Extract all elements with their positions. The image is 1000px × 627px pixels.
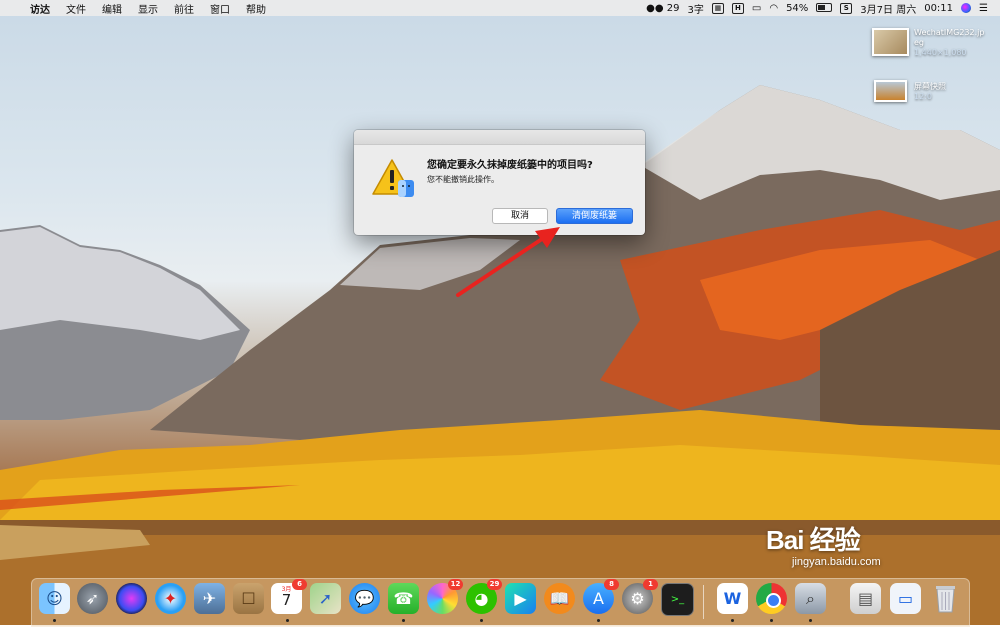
preferences-badge: 1 bbox=[643, 579, 658, 590]
running-indicator bbox=[597, 619, 600, 622]
wechat-icon[interactable]: ◕ 29 bbox=[466, 579, 502, 614]
image-thumbnail bbox=[872, 28, 909, 56]
video-player-icon[interactable]: ▶ bbox=[505, 583, 536, 614]
launchpad-icon[interactable]: ➶ bbox=[77, 583, 108, 614]
wps-document-stack-icon[interactable]: ▭ bbox=[890, 583, 921, 614]
calendar-day: 7 bbox=[281, 591, 292, 609]
app-store-icon[interactable]: A 8 bbox=[583, 579, 619, 614]
maps-icon[interactable]: ➚ bbox=[310, 583, 341, 614]
cancel-button[interactable]: 取消 bbox=[492, 208, 548, 224]
wechat-badge: 29 bbox=[487, 579, 502, 590]
menu-finder[interactable]: 访达 bbox=[22, 1, 58, 16]
battery-percent[interactable]: 54% bbox=[782, 3, 812, 14]
menu-edit[interactable]: 编辑 bbox=[94, 1, 130, 16]
file-name-line1: WechatIMG232.jp bbox=[914, 28, 985, 37]
desktop-file-wechat-image[interactable]: WechatIMG232.jp eg 1,440×1,080 bbox=[872, 28, 992, 60]
menu-help[interactable]: 帮助 bbox=[238, 1, 274, 16]
running-indicator bbox=[731, 619, 734, 622]
books-icon[interactable]: 📖 bbox=[544, 583, 575, 614]
watermark-logo-text: Bai 经验 bbox=[766, 525, 861, 555]
chrome-icon[interactable] bbox=[756, 583, 787, 614]
s-icon[interactable]: S bbox=[836, 2, 856, 14]
watermark-url: jingyan.baidu.com bbox=[792, 556, 881, 568]
running-indicator bbox=[809, 619, 812, 622]
photos-badge: 12 bbox=[448, 579, 463, 590]
messages-icon[interactable]: 💬 bbox=[349, 583, 380, 614]
file-time: 12:0 bbox=[914, 92, 932, 101]
facetime-icon[interactable]: ☎ bbox=[388, 583, 419, 614]
wps-icon[interactable]: W bbox=[717, 583, 748, 614]
menu-file[interactable]: 文件 bbox=[58, 1, 94, 16]
menu-go[interactable]: 前往 bbox=[166, 1, 202, 16]
calendar-badge: 6 bbox=[292, 579, 307, 590]
dialog-message: 您不能撤销此操作。 bbox=[427, 175, 499, 184]
empty-trash-button[interactable]: 清倒废纸篓 bbox=[556, 208, 633, 224]
preview-icon[interactable]: ✈ bbox=[194, 583, 225, 614]
dialog-title-strip bbox=[354, 130, 645, 145]
finder-icon[interactable]: ☺ bbox=[39, 583, 70, 614]
input-method-icon[interactable]: 3字 bbox=[684, 1, 708, 16]
wechat-status-icon[interactable]: ●● 29 bbox=[642, 3, 683, 14]
running-indicator bbox=[480, 619, 483, 622]
file-name-line2: eg bbox=[914, 38, 924, 47]
battery-icon[interactable] bbox=[812, 3, 836, 14]
trash-icon[interactable] bbox=[930, 583, 961, 614]
contacts-icon[interactable]: ☐ bbox=[233, 583, 264, 614]
running-indicator bbox=[286, 619, 289, 622]
screenshot-thumbnail bbox=[874, 80, 907, 102]
desktop-file-screenshot[interactable]: 屏幕快照 12:0 bbox=[874, 80, 984, 106]
system-preferences-icon[interactable]: ⚙ 1 bbox=[622, 579, 658, 614]
terminal-icon[interactable]: >_ bbox=[661, 583, 694, 616]
calendar-icon[interactable]: 3月 7 6 bbox=[271, 579, 307, 614]
menu-window[interactable]: 窗口 bbox=[202, 1, 238, 16]
menu-bar: 访达 文件 编辑 显示 前往 窗口 帮助 ●● 29 3字 ▦ H ▭ ◠ 54… bbox=[0, 0, 1000, 16]
empty-trash-dialog: 您确定要永久抹掉废纸篓中的项目吗? 您不能撤销此操作。 取消 清倒废纸篓 bbox=[354, 130, 645, 235]
downloads-stack-icon[interactable]: ▤ bbox=[850, 583, 881, 614]
time-label[interactable]: 00:11 bbox=[920, 3, 957, 14]
h-icon[interactable]: H bbox=[728, 2, 748, 14]
safari-icon[interactable]: ✦ bbox=[155, 583, 186, 614]
menu-view[interactable]: 显示 bbox=[130, 1, 166, 16]
running-indicator bbox=[402, 619, 405, 622]
baidu-jingyan-watermark: Bai 经验 jingyan.baidu.com bbox=[766, 520, 881, 568]
wifi-icon[interactable]: ◠ bbox=[765, 3, 782, 14]
monitor-icon[interactable]: ▭ bbox=[748, 3, 765, 14]
warning-icon bbox=[372, 158, 416, 203]
date-label[interactable]: 3月7日 周六 bbox=[856, 1, 920, 16]
wechat-count: 29 bbox=[666, 2, 680, 14]
running-indicator bbox=[53, 619, 56, 622]
screenshot-app-icon[interactable]: ⌕ bbox=[795, 583, 826, 614]
running-indicator bbox=[770, 619, 773, 622]
dialog-title: 您确定要永久抹掉废纸篓中的项目吗? bbox=[427, 160, 593, 171]
siri-icon[interactable] bbox=[116, 583, 147, 614]
notification-center-icon[interactable]: ☰ bbox=[975, 3, 992, 14]
grid-icon[interactable]: ▦ bbox=[708, 2, 728, 14]
dock-separator bbox=[703, 585, 704, 619]
app-store-badge: 8 bbox=[604, 579, 619, 590]
file-name: 屏幕快照 bbox=[914, 82, 946, 91]
file-dimensions: 1,440×1,080 bbox=[914, 48, 967, 57]
siri-icon[interactable] bbox=[957, 2, 975, 14]
photos-icon[interactable]: 12 bbox=[427, 579, 463, 614]
